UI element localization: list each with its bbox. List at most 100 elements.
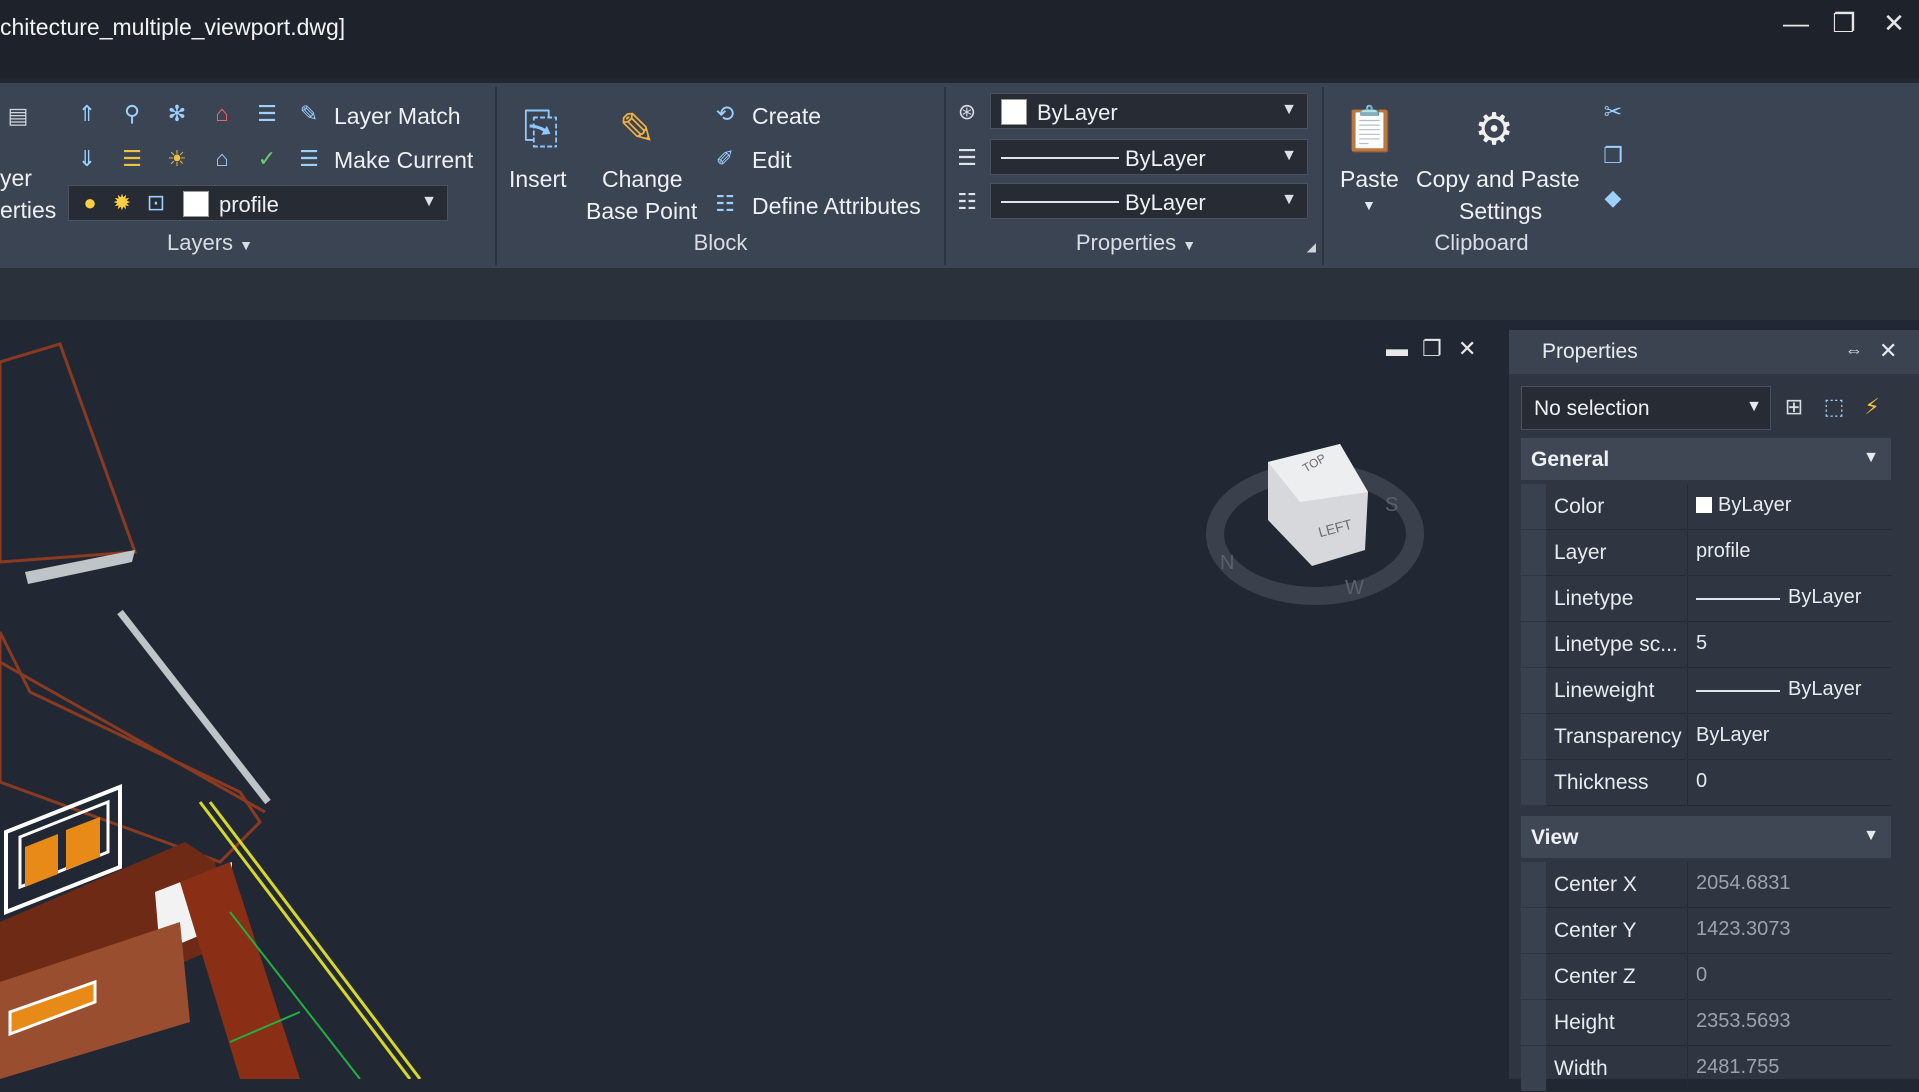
edit-block-button[interactable]: Edit bbox=[752, 147, 792, 174]
paste-icon[interactable]: 📋 bbox=[1340, 99, 1400, 159]
line-sample bbox=[1696, 690, 1780, 692]
property-value-cell[interactable]: 2481.755 bbox=[1687, 1046, 1892, 1092]
cut-icon[interactable]: ✂ bbox=[1598, 97, 1628, 127]
general-property-row[interactable]: Transparency ByLayer bbox=[1521, 714, 1892, 760]
property-value-cell[interactable]: profile bbox=[1687, 530, 1892, 576]
view-property-row[interactable]: Center Y 1423.3073 bbox=[1521, 908, 1892, 954]
view-property-row[interactable]: Center Z 0 bbox=[1521, 954, 1892, 1000]
chevron-down-icon: ▼ bbox=[421, 193, 437, 210]
general-property-row[interactable]: Linetype sc... 5 bbox=[1521, 622, 1892, 668]
general-property-row[interactable]: Thickness 0 bbox=[1521, 760, 1892, 806]
layer-freeze-icon[interactable]: ✻ bbox=[162, 99, 192, 129]
view-property-row[interactable]: Center X 2054.6831 bbox=[1521, 862, 1892, 908]
auto-hide-icon[interactable]: ⇔ bbox=[1845, 340, 1863, 361]
layer-lock-icon[interactable]: ⌂ bbox=[207, 99, 237, 129]
make-current-icon[interactable]: ☰ bbox=[294, 144, 324, 174]
make-current-button[interactable]: Make Current bbox=[334, 147, 473, 174]
clipboard-panel: 📋 Paste ▼ ⚙ Copy and Paste Settings ✂ ❐ … bbox=[1324, 83, 1639, 268]
view-property-row[interactable]: Height 2353.5693 bbox=[1521, 1000, 1892, 1046]
general-property-row[interactable]: Color ByLayer bbox=[1521, 484, 1892, 530]
view-property-row[interactable]: Width 2481.755 bbox=[1521, 1046, 1892, 1092]
change-base-point-icon[interactable]: ✎ bbox=[607, 99, 667, 159]
copy-icon[interactable]: ❐ bbox=[1598, 141, 1628, 171]
layer-properties-label-2[interactable]: erties bbox=[0, 197, 56, 224]
view-section-header[interactable]: View ▼ bbox=[1521, 816, 1891, 858]
layer-properties-label-1[interactable]: yer bbox=[0, 165, 32, 192]
properties-palette-header[interactable]: Properties ⇔ ✕ bbox=[1509, 330, 1919, 374]
viewport-close-button[interactable]: ✕ bbox=[1458, 336, 1476, 362]
general-property-row[interactable]: Layer profile bbox=[1521, 530, 1892, 576]
layer-states-icon[interactable]: ☰ bbox=[252, 99, 282, 129]
insert-button[interactable]: Insert bbox=[509, 166, 567, 193]
toggle-pickadd-icon[interactable]: ⊞ bbox=[1779, 392, 1809, 422]
layers-panel-title[interactable]: Layers ▼ bbox=[120, 230, 300, 256]
viewport-restore-button[interactable]: ❐ bbox=[1422, 336, 1442, 362]
create-block-icon[interactable]: ⟲ bbox=[710, 99, 740, 129]
property-value: ByLayer bbox=[1696, 724, 1770, 746]
property-value: 5 bbox=[1696, 632, 1708, 654]
drawing-viewport[interactable]: TOP LEFT S N W ▬ ❐ ✕ bbox=[0, 322, 1497, 1079]
layer-properties-icon[interactable]: ▤ bbox=[0, 101, 36, 131]
match-format-icon[interactable]: ◆ bbox=[1598, 183, 1628, 213]
paste-dropdown-arrow-icon[interactable]: ▼ bbox=[1362, 197, 1376, 213]
property-value-cell[interactable]: 2353.5693 bbox=[1687, 1000, 1892, 1046]
property-value-cell[interactable]: ByLayer bbox=[1687, 668, 1892, 714]
properties-panel-title[interactable]: Properties ▼ bbox=[1046, 230, 1226, 256]
compass-west-label[interactable]: W bbox=[1345, 577, 1364, 600]
copy-paste-settings-label-1[interactable]: Copy and Paste bbox=[1416, 166, 1580, 193]
layer-merge-icon[interactable]: ✓ bbox=[252, 144, 282, 174]
property-value-cell[interactable]: 5 bbox=[1687, 622, 1892, 668]
property-value-cell[interactable]: ByLayer bbox=[1687, 714, 1892, 760]
property-label-cell: Color bbox=[1546, 484, 1686, 530]
edit-block-icon[interactable]: ✐ bbox=[710, 144, 740, 174]
chevron-down-icon: ▼ bbox=[1746, 398, 1762, 415]
maximize-button[interactable]: ❐ bbox=[1822, 8, 1866, 39]
copy-paste-settings-icon[interactable]: ⚙ bbox=[1464, 99, 1524, 159]
compass-north-label[interactable]: N bbox=[1220, 552, 1234, 575]
change-base-point-label-1[interactable]: Change bbox=[602, 166, 683, 193]
layer-on-icon[interactable]: ☰ bbox=[117, 144, 147, 174]
dialog-launcher-icon[interactable]: ◢ bbox=[1307, 240, 1316, 254]
general-property-row[interactable]: Linetype ByLayer bbox=[1521, 576, 1892, 622]
layer-match-icon[interactable]: ✎ bbox=[294, 99, 324, 129]
layer-unlock-icon[interactable]: ⌂ bbox=[207, 144, 237, 174]
property-value-cell[interactable]: ByLayer bbox=[1687, 484, 1892, 530]
selection-dropdown[interactable]: No selection ▼ bbox=[1521, 386, 1771, 430]
layer-isolate-icon[interactable]: ⚲ bbox=[117, 99, 147, 129]
define-attributes-icon[interactable]: ☷ bbox=[710, 189, 740, 219]
compass-south-label[interactable]: S bbox=[1385, 494, 1398, 517]
copy-paste-settings-label-2[interactable]: Settings bbox=[1459, 198, 1542, 225]
match-properties-icon[interactable]: ⊛ bbox=[952, 97, 982, 127]
property-value-cell[interactable]: ByLayer bbox=[1687, 576, 1892, 622]
define-attributes-button[interactable]: Define Attributes bbox=[752, 193, 921, 220]
layer-previous-icon[interactable]: ⇑ bbox=[72, 99, 102, 129]
property-value-cell[interactable]: 0 bbox=[1687, 954, 1892, 1000]
create-block-button[interactable]: Create bbox=[752, 103, 821, 130]
layer-dropdown[interactable]: ● ✹ ⊡ profile ▼ bbox=[68, 185, 448, 221]
property-value-cell[interactable]: 0 bbox=[1687, 760, 1892, 806]
property-value-cell[interactable]: 2054.6831 bbox=[1687, 862, 1892, 908]
property-value: ByLayer bbox=[1718, 494, 1792, 516]
minimize-button[interactable]: — bbox=[1774, 8, 1818, 39]
layer-match-button[interactable]: Layer Match bbox=[334, 103, 461, 130]
layer-thaw-icon[interactable]: ☀ bbox=[162, 144, 192, 174]
property-label: Lineweight bbox=[1554, 679, 1655, 702]
expand-arrow-icon: ▼ bbox=[239, 237, 254, 253]
layer-walk-icon[interactable]: ⇓ bbox=[72, 144, 102, 174]
property-value-cell[interactable]: 1423.3073 bbox=[1687, 908, 1892, 954]
change-base-point-label-2[interactable]: Base Point bbox=[586, 198, 697, 225]
general-section-header[interactable]: General ▼ bbox=[1521, 438, 1891, 480]
quick-select-icon[interactable]: ⚡ bbox=[1857, 392, 1887, 422]
eave-line bbox=[0, 660, 266, 814]
paste-button[interactable]: Paste bbox=[1340, 166, 1399, 193]
linetype-dropdown[interactable]: ByLayer ▼ bbox=[990, 183, 1308, 219]
color-dropdown[interactable]: ByLayer ▼ bbox=[990, 93, 1308, 129]
line-sample bbox=[1001, 157, 1119, 159]
lineweight-dropdown[interactable]: ByLayer ▼ bbox=[990, 139, 1308, 175]
close-palette-icon[interactable]: ✕ bbox=[1879, 338, 1897, 364]
general-property-row[interactable]: Lineweight ByLayer bbox=[1521, 668, 1892, 714]
close-button[interactable]: ✕ bbox=[1872, 8, 1916, 39]
insert-block-icon[interactable]: ⎘ bbox=[511, 99, 571, 159]
select-objects-icon[interactable]: ⬚ bbox=[1819, 392, 1849, 422]
viewport-minimize-button[interactable]: ▬ bbox=[1386, 336, 1408, 362]
